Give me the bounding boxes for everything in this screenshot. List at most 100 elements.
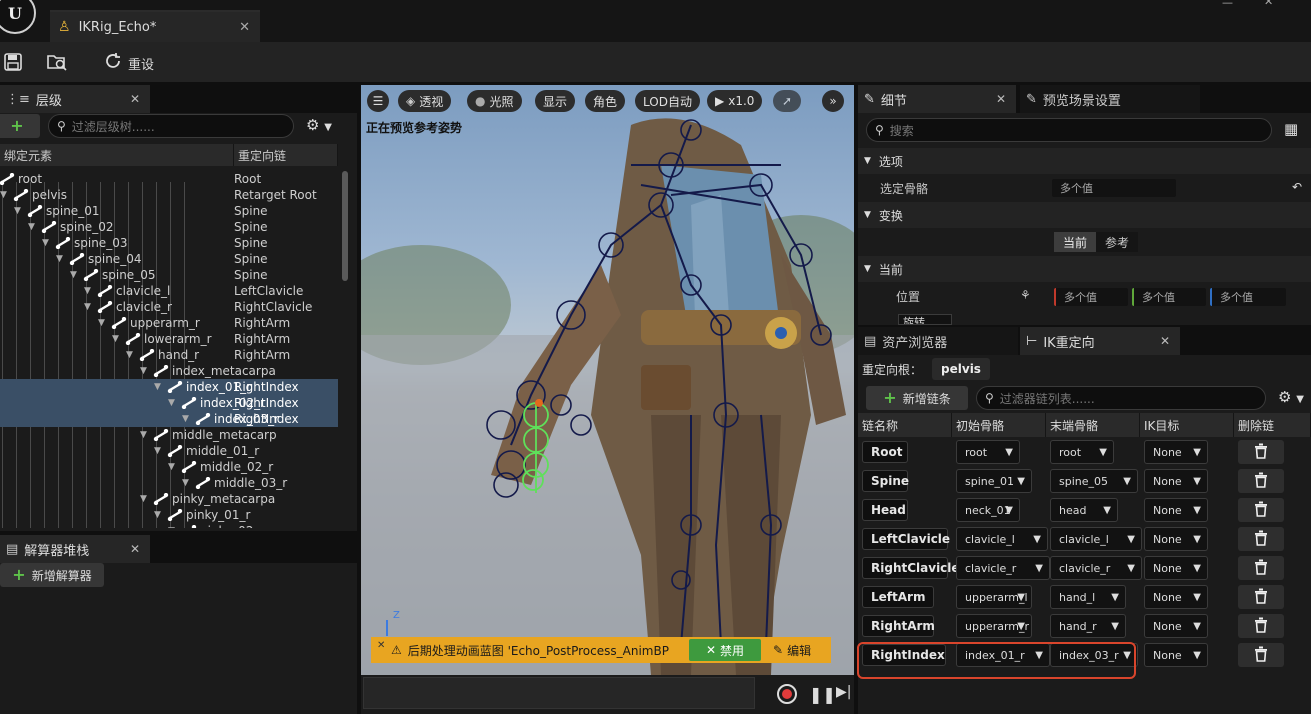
settings-gear-icon[interactable]: ⚙ ▼: [1278, 388, 1304, 406]
start-bone-dropdown[interactable]: clavicle_r ▼: [956, 556, 1050, 580]
tree-row[interactable]: ▼ pinky_metacarpa: [0, 491, 338, 507]
chain-name-field[interactable]: Head: [862, 499, 908, 521]
expand-arrow-icon[interactable]: ▼: [154, 510, 164, 520]
tab-ik-retarget[interactable]: ⊢ IK重定向 ✕: [1020, 327, 1180, 355]
end-bone-dropdown[interactable]: clavicle_l ▼: [1050, 527, 1142, 551]
tab-details[interactable]: ✎ 细节 ✕: [858, 85, 1016, 113]
hierarchy-scrollbar[interactable]: [342, 171, 348, 281]
end-bone-dropdown[interactable]: hand_l ▼: [1050, 585, 1126, 609]
position-x-field[interactable]: 多个值: [1054, 288, 1128, 306]
browse-asset-icon[interactable]: [46, 53, 68, 74]
tree-row[interactable]: ▼ clavicle_r RightClavicle: [0, 299, 338, 315]
tree-row[interactable]: ▼ middle_03_r: [0, 475, 338, 491]
tree-row[interactable]: ▼ middle_02_r: [0, 459, 338, 475]
lit-button[interactable]: ● 光照: [467, 90, 522, 112]
select-mode-button[interactable]: ➚: [773, 90, 801, 112]
tree-row[interactable]: ▼ pinky_02_r: [0, 523, 338, 528]
reset-button[interactable]: 重设: [104, 52, 154, 74]
end-bone-dropdown[interactable]: head ▼: [1050, 498, 1118, 522]
tree-row[interactable]: ▼ middle_01_r: [0, 443, 338, 459]
add-solver-button[interactable]: + 新增解算器: [0, 563, 104, 587]
start-bone-dropdown[interactable]: neck_01 ▼: [956, 498, 1020, 522]
position-y-field[interactable]: 多个值: [1132, 288, 1206, 306]
chain-name-field[interactable]: RightArm: [862, 615, 935, 637]
edit-button[interactable]: ✎ 编辑: [773, 639, 811, 661]
expand-arrow-icon[interactable]: ▼: [140, 366, 150, 376]
ik-goal-dropdown[interactable]: None ▼: [1144, 498, 1208, 522]
delete-chain-button[interactable]: [1238, 498, 1284, 522]
column-ik-goal[interactable]: IK目标: [1140, 413, 1234, 437]
tree-row[interactable]: ▼ upperarm_r RightArm: [0, 315, 338, 331]
ik-goal-dropdown[interactable]: None ▼: [1144, 585, 1208, 609]
start-bone-dropdown[interactable]: clavicle_l ▼: [956, 527, 1048, 551]
details-search-input[interactable]: ⚲ 搜索: [866, 118, 1272, 142]
delete-chain-button[interactable]: [1238, 614, 1284, 638]
expand-arrow-icon[interactable]: ▼: [14, 206, 24, 216]
expand-arrow-icon[interactable]: ▼: [98, 318, 108, 328]
tree-row[interactable]: ▼ spine_04 Spine: [0, 251, 338, 267]
ik-goal-dropdown[interactable]: None ▼: [1144, 440, 1208, 464]
expand-arrow-icon[interactable]: ▼: [168, 526, 178, 528]
selected-bone-value[interactable]: 多个值: [1052, 179, 1176, 197]
delete-chain-button[interactable]: [1238, 643, 1284, 667]
expand-arrow-icon[interactable]: ▼: [112, 334, 122, 344]
start-bone-dropdown[interactable]: spine_01 ▼: [956, 469, 1032, 493]
chain-name-field[interactable]: RightClavicle: [862, 557, 960, 579]
column-retarget-chain[interactable]: 重定向链: [234, 144, 338, 166]
close-icon[interactable]: ✕: [130, 92, 140, 106]
column-start-bone[interactable]: 初始骨骼: [952, 413, 1046, 437]
tab-asset-browser[interactable]: ▤ 资产浏览器: [858, 327, 1018, 355]
expand-arrow-icon[interactable]: ▼: [42, 238, 52, 248]
settings-gear-icon[interactable]: ⚙ ▼: [306, 116, 332, 134]
tree-row[interactable]: ▼ spine_03 Spine: [0, 235, 338, 251]
retarget-root-value[interactable]: pelvis: [932, 358, 990, 380]
section-current[interactable]: ▼ 当前: [858, 256, 1311, 282]
start-bone-dropdown[interactable]: upperarm_l ▼: [956, 585, 1032, 609]
reference-toggle-button[interactable]: 参考: [1096, 232, 1138, 252]
delete-chain-button[interactable]: [1238, 469, 1284, 493]
chain-name-field[interactable]: Root: [862, 441, 908, 463]
delete-chain-button[interactable]: [1238, 585, 1284, 609]
grid-view-icon[interactable]: ▦: [1284, 120, 1298, 138]
close-icon[interactable]: ✕: [239, 20, 250, 35]
tab-hierarchy[interactable]: ⋮≡ 层级 ✕: [0, 85, 150, 113]
ik-goal-dropdown[interactable]: None ▼: [1144, 527, 1208, 551]
expand-arrow-icon[interactable]: ▼: [182, 478, 192, 488]
expand-arrow-icon[interactable]: ▼: [140, 430, 150, 440]
expand-arrow-icon[interactable]: ▼: [154, 446, 164, 456]
chain-name-field[interactable]: Spine: [862, 470, 909, 492]
current-toggle-button[interactable]: 当前: [1054, 232, 1096, 252]
delete-chain-button[interactable]: [1238, 440, 1284, 464]
tree-row[interactable]: ▼ lowerarm_r RightArm: [0, 331, 338, 347]
ik-goal-dropdown[interactable]: None ▼: [1144, 469, 1208, 493]
hierarchy-search-input[interactable]: ⚲ 过滤层级树......: [48, 114, 294, 138]
minimize-icon[interactable]: —: [1222, 0, 1233, 9]
end-bone-dropdown[interactable]: root ▼: [1050, 440, 1114, 464]
reset-arrow-icon[interactable]: ↶: [1292, 180, 1302, 194]
rotation-dropdown[interactable]: 旋转: [898, 314, 952, 325]
tree-row[interactable]: ▼ pinky_01_r: [0, 507, 338, 523]
tree-row[interactable]: ▼ middle_metacarp: [0, 427, 338, 443]
column-bound-element[interactable]: 绑定元素: [0, 144, 234, 166]
bone-space-icon[interactable]: ⚘: [1020, 288, 1031, 302]
tree-row[interactable]: ▼ clavicle_l LeftClavicle: [0, 283, 338, 299]
chain-search-input[interactable]: ⚲ 过滤器链列表......: [976, 386, 1266, 410]
chain-name-field[interactable]: LeftClavicle: [862, 528, 950, 550]
show-button[interactable]: 显示: [535, 90, 576, 112]
play-speed-button[interactable]: ▶ x1.0: [707, 90, 763, 112]
ik-goal-dropdown[interactable]: None ▼: [1144, 556, 1208, 580]
start-bone-dropdown[interactable]: root ▼: [956, 440, 1020, 464]
perspective-button[interactable]: ◈ 透视: [398, 90, 452, 112]
tab-solver-stack[interactable]: ▤ 解算器堆栈 ✕: [0, 535, 150, 563]
expand-arrow-icon[interactable]: ▼: [140, 494, 150, 504]
end-bone-dropdown[interactable]: hand_r ▼: [1050, 614, 1126, 638]
expand-arrow-icon[interactable]: ▼: [168, 462, 178, 472]
save-icon[interactable]: [4, 53, 22, 74]
expand-arrow-icon[interactable]: ▼: [84, 286, 94, 296]
tree-row[interactable]: ▼ hand_r RightArm: [0, 347, 338, 363]
character-button[interactable]: 角色: [585, 90, 626, 112]
tree-row[interactable]: ▼ spine_01 Spine: [0, 203, 338, 219]
delete-chain-button[interactable]: [1238, 527, 1284, 551]
expand-arrow-icon[interactable]: ▼: [154, 382, 164, 392]
expand-arrow-icon[interactable]: ▼: [182, 414, 192, 424]
